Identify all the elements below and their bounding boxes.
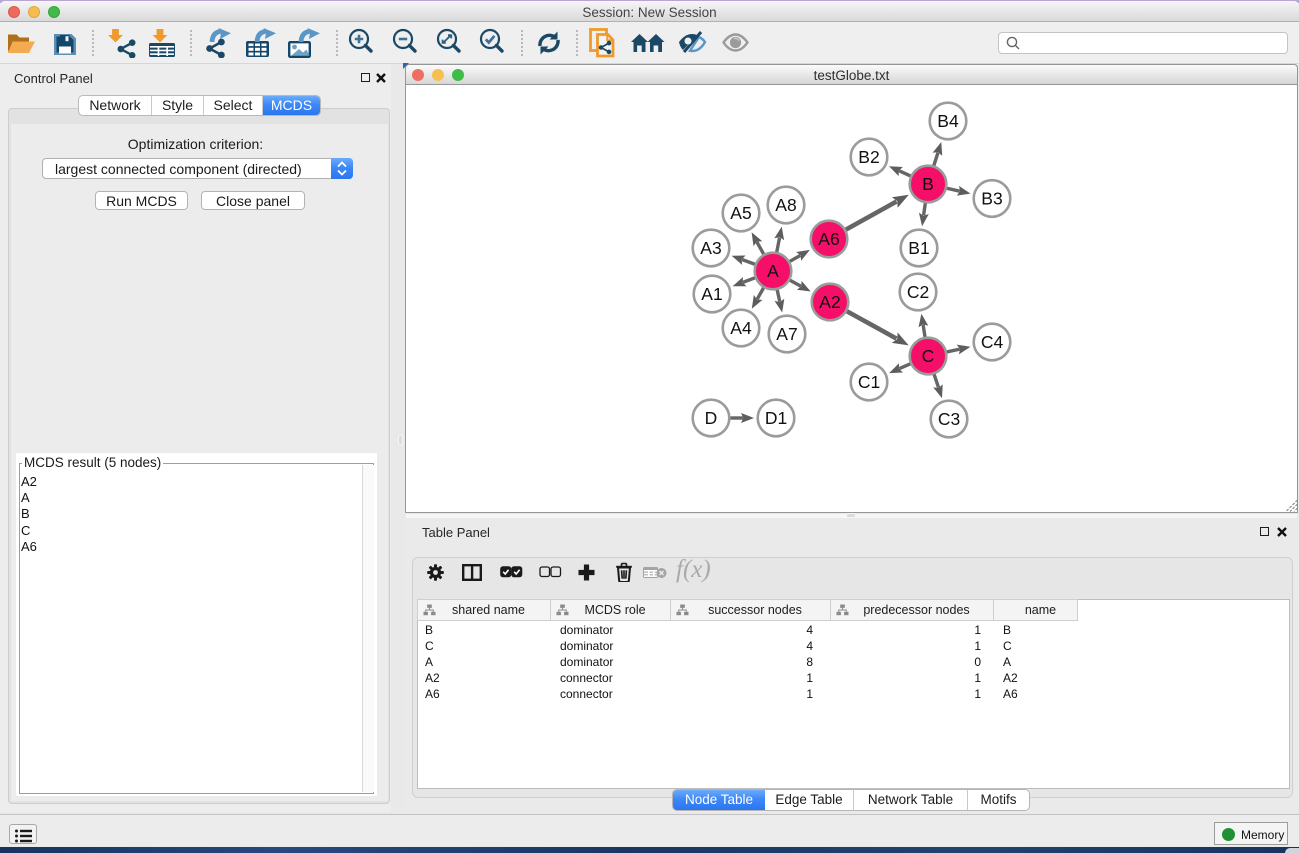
svg-text:B: B <box>922 174 934 194</box>
svg-text:C3: C3 <box>938 409 960 429</box>
svg-text:A7: A7 <box>776 324 797 344</box>
svg-text:C1: C1 <box>858 372 880 392</box>
svg-text:B1: B1 <box>908 238 929 258</box>
svg-text:B3: B3 <box>981 189 1002 209</box>
svg-text:D1: D1 <box>765 408 787 428</box>
svg-text:D: D <box>705 408 718 428</box>
svg-text:A: A <box>767 261 779 281</box>
svg-text:B2: B2 <box>858 147 879 167</box>
svg-text:A4: A4 <box>730 318 752 338</box>
svg-text:C4: C4 <box>981 332 1004 352</box>
svg-text:B4: B4 <box>937 111 959 131</box>
svg-text:C2: C2 <box>907 282 929 302</box>
svg-text:A2: A2 <box>819 292 840 312</box>
svg-text:A5: A5 <box>730 203 751 223</box>
svg-text:A6: A6 <box>818 229 839 249</box>
svg-text:A3: A3 <box>700 238 721 258</box>
svg-text:A1: A1 <box>701 284 722 304</box>
svg-text:C: C <box>922 346 935 366</box>
svg-text:A8: A8 <box>775 195 796 215</box>
